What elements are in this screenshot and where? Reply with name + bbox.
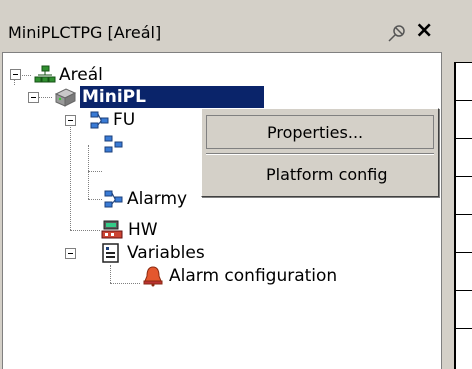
tree-item-label: Areál <box>59 65 103 85</box>
tree-item-project[interactable]: MiniPL <box>3 86 303 108</box>
tree-item-alarm-configuration[interactable]: Alarm configuration <box>3 265 403 287</box>
panel-titlebar: MiniPLCTPG [Areál] × <box>2 17 442 47</box>
grid-line <box>456 214 472 215</box>
grid-line <box>456 62 472 63</box>
tree-item-hw[interactable]: HW <box>3 219 213 241</box>
document-grid[interactable] <box>454 62 472 369</box>
tree-item-label: Alarmy <box>127 189 188 209</box>
grid-line <box>456 176 472 177</box>
collapse-toggle-icon[interactable] <box>10 69 21 80</box>
tree-item-alarmy[interactable]: Alarmy <box>3 188 213 210</box>
menu-item-label: Properties... <box>267 123 364 142</box>
menu-item-properties[interactable]: Properties... <box>206 115 434 149</box>
tree-item-label: Variables <box>127 243 205 263</box>
function-block-icon <box>103 189 125 214</box>
function-block-icon <box>89 110 111 135</box>
panel-title: MiniPLCTPG [Areál] <box>8 23 162 42</box>
function-block-icon <box>103 134 125 159</box>
tree-item-label: FU <box>113 110 136 130</box>
collapse-toggle-icon[interactable] <box>65 115 76 126</box>
tree-item-label: MiniPL <box>80 86 264 108</box>
collapse-toggle-icon[interactable] <box>28 92 39 103</box>
grid-line <box>456 138 472 139</box>
tree-item-fu-child[interactable] <box>3 133 213 155</box>
grid-line <box>456 290 472 291</box>
alarm-bell-icon <box>142 265 164 292</box>
context-menu: Properties... Platform config <box>201 108 439 197</box>
tree-line <box>88 171 102 172</box>
grid-line <box>456 100 472 101</box>
grid-line <box>456 252 472 253</box>
grid-line <box>456 328 472 329</box>
tree-item-fu[interactable]: FU <box>3 109 213 131</box>
project-tree[interactable]: Areál MiniPL FU Alarmy HW Variables Alar… <box>2 52 442 369</box>
tree-item-label: Alarm configuration <box>169 266 338 286</box>
tree-item-variables[interactable]: Variables <box>3 242 253 264</box>
menu-item-platform-config[interactable]: Platform config <box>206 158 434 192</box>
tree-item-areal[interactable]: Areál <box>3 64 203 86</box>
close-icon[interactable]: × <box>415 19 433 43</box>
collapse-toggle-icon[interactable] <box>65 248 76 259</box>
pin-icon[interactable] <box>387 23 407 43</box>
menu-item-label: Platform config <box>266 165 388 184</box>
tree-item-label: HW <box>128 220 158 240</box>
menu-separator <box>206 153 434 155</box>
